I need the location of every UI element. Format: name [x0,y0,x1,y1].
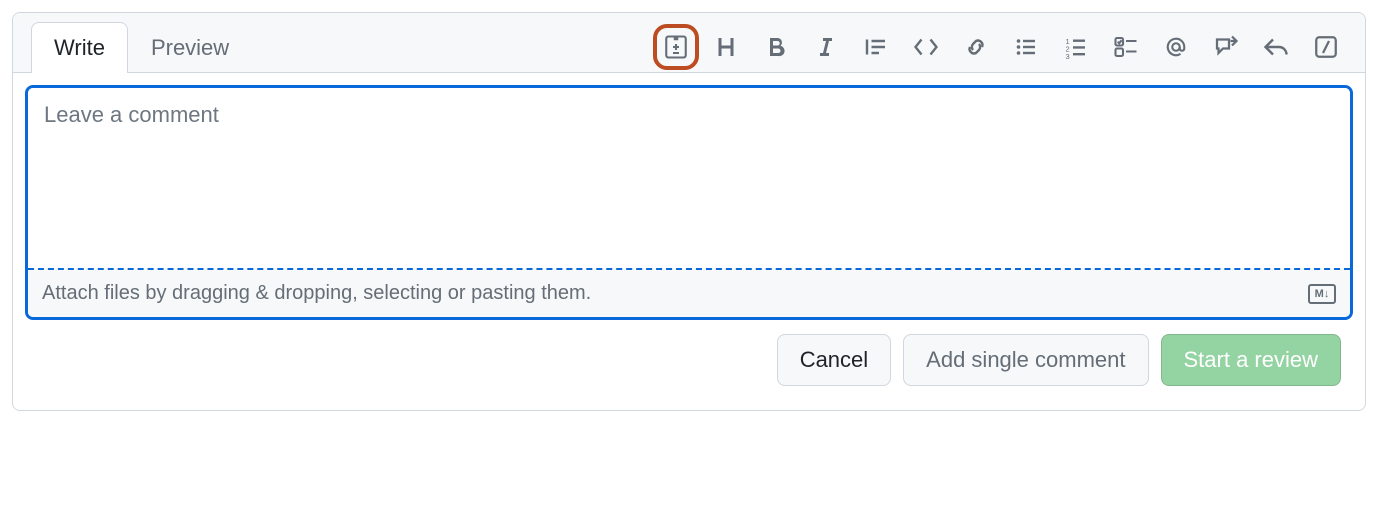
reply-icon[interactable] [1261,32,1291,62]
bold-icon[interactable] [761,32,791,62]
link-icon[interactable] [961,32,991,62]
editor-wrapper: Attach files by dragging & dropping, sel… [25,85,1353,320]
attachment-strip[interactable]: Attach files by dragging & dropping, sel… [28,268,1350,317]
attachment-hint-text: Attach files by dragging & dropping, sel… [42,282,591,305]
comment-form: Write Preview [12,12,1366,411]
mention-icon[interactable] [1161,32,1191,62]
quote-icon[interactable] [861,32,891,62]
formatting-toolbar: 123 [661,32,1357,62]
task-list-icon[interactable] [1111,32,1141,62]
svg-text:3: 3 [1066,52,1070,59]
tabs-toolbar-row: Write Preview [13,13,1365,72]
tab-preview[interactable]: Preview [128,22,252,73]
markdown-icon[interactable]: M↓ [1308,284,1336,304]
tabs: Write Preview [31,21,252,72]
unordered-list-icon[interactable] [1011,32,1041,62]
editor-body: Attach files by dragging & dropping, sel… [13,72,1365,410]
slash-command-icon[interactable] [1311,32,1341,62]
cancel-button[interactable]: Cancel [777,334,891,386]
action-buttons: Cancel Add single comment Start a review [25,320,1353,398]
tab-write[interactable]: Write [31,22,128,73]
code-icon[interactable] [911,32,941,62]
add-single-comment-button[interactable]: Add single comment [903,334,1148,386]
cross-reference-icon[interactable] [1211,32,1241,62]
ordered-list-icon[interactable]: 123 [1061,32,1091,62]
comment-textarea[interactable] [28,88,1350,263]
suggestion-icon[interactable] [661,32,691,62]
italic-icon[interactable] [811,32,841,62]
heading-icon[interactable] [711,32,741,62]
start-review-button[interactable]: Start a review [1161,334,1342,386]
